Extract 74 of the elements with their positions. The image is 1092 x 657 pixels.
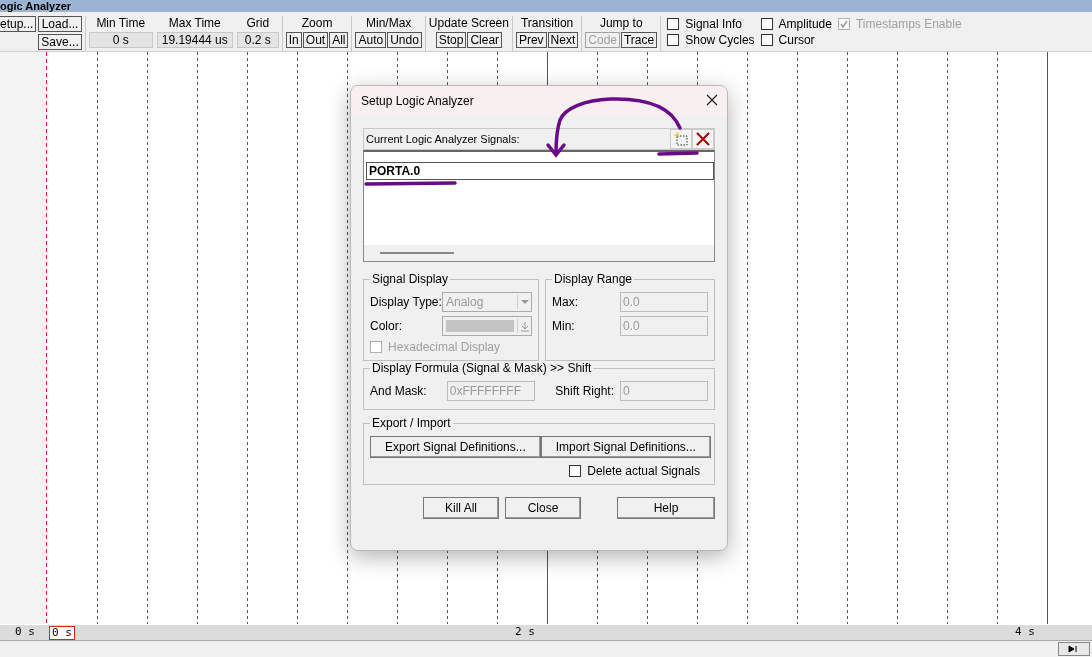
- field-label: Min:: [552, 319, 575, 333]
- axis-label: 2 s: [515, 625, 535, 639]
- field-label: Min Time: [96, 16, 146, 31]
- delete-icon[interactable]: [692, 129, 714, 149]
- field-label: Max Time: [168, 16, 221, 31]
- checkbox-label: Hexadecimal Display: [388, 340, 501, 354]
- toolbar-button[interactable]: In: [285, 32, 302, 48]
- field-label: And Mask:: [370, 384, 427, 398]
- cursor-label: 0 s: [49, 626, 75, 640]
- checkbox-label: Timestamps Enable: [855, 17, 962, 31]
- checkbox-box[interactable]: [760, 18, 773, 30]
- checkbox[interactable]: Cursor: [760, 32, 832, 48]
- scroll-thumb[interactable]: [380, 252, 454, 254]
- group-title: Update Screen: [428, 16, 509, 31]
- export-button[interactable]: Export Signal Definitions...: [370, 436, 541, 458]
- toolbar-button[interactable]: Trace: [621, 32, 658, 48]
- toolbar-button[interactable]: Out: [302, 32, 329, 48]
- dropdown-arrow-icon[interactable]: [517, 319, 531, 333]
- dialog-title: Setup Logic Analyzer: [361, 94, 474, 108]
- toolbar-button[interactable]: Auto: [355, 32, 387, 48]
- color-swatch: [446, 320, 514, 332]
- group-title: Jump to: [599, 16, 643, 31]
- toolbar-button[interactable]: Save...: [38, 34, 82, 50]
- axis-label: 0 s: [15, 625, 35, 639]
- checkmark-icon: [839, 20, 848, 28]
- field-label: Display Type:: [370, 295, 442, 309]
- value-field: 0.2 s: [236, 32, 279, 48]
- group-title: Zoom: [301, 16, 333, 31]
- horizontal-scrollbar[interactable]: [0, 640, 1092, 657]
- checkbox-box[interactable]: [760, 34, 773, 46]
- group-title: Display Formula (Signal & Mask) >> Shift: [371, 361, 593, 375]
- checkbox-box[interactable]: [569, 465, 582, 477]
- dialog-button[interactable]: Kill All: [423, 497, 499, 519]
- list-scrollbar[interactable]: [364, 245, 714, 261]
- dialog-button[interactable]: Help: [617, 497, 715, 519]
- import-button[interactable]: Import Signal Definitions...: [540, 436, 711, 458]
- field-label: Color:: [370, 319, 402, 333]
- value-field: 19.19444 us: [156, 32, 233, 48]
- setup-button[interactable]: etup...: [0, 16, 37, 32]
- checkbox-box[interactable]: [667, 18, 680, 30]
- toolbar-button[interactable]: Stop: [435, 32, 467, 48]
- toolbar-button[interactable]: Clear: [467, 32, 503, 48]
- checkbox[interactable]: Show Cycles: [667, 32, 755, 48]
- close-icon[interactable]: [705, 94, 719, 108]
- checkbox-box[interactable]: [667, 34, 680, 46]
- checkbox-label: Signal Info: [685, 17, 742, 31]
- field-label: Shift Right:: [555, 384, 614, 398]
- group-title: Export / Import: [371, 416, 452, 430]
- axis-label: 4 s: [1015, 625, 1035, 639]
- field-label: Max:: [552, 295, 578, 309]
- toolbar-button[interactable]: Load...: [38, 16, 82, 32]
- dropdown-arrow-icon[interactable]: [517, 295, 531, 309]
- checkbox-label: Show Cycles: [685, 33, 755, 47]
- toolbar-button[interactable]: Next: [547, 32, 579, 48]
- toolbar-button[interactable]: Undo: [387, 32, 422, 48]
- group-title: Signal Display: [371, 272, 450, 286]
- field-label: Grid: [246, 16, 270, 31]
- pen-underline: [657, 151, 699, 156]
- value-field: 0 s: [88, 32, 153, 48]
- signal-item[interactable]: PORTA.0: [366, 162, 714, 180]
- signals-label: Current Logic Analyzer Signals:: [366, 133, 520, 145]
- color-dropdown[interactable]: [442, 316, 532, 336]
- group-title: Transition: [521, 16, 574, 31]
- checkbox[interactable]: Amplitude: [760, 16, 832, 32]
- checkbox-label: Cursor: [778, 33, 815, 47]
- dialog-button[interactable]: Close: [505, 497, 581, 519]
- window-title: ogic Analyzer: [0, 0, 72, 12]
- scroll-end-icon[interactable]: [1058, 642, 1090, 656]
- group-title: Display Range: [553, 272, 634, 286]
- checkbox-label: Amplitude: [778, 17, 832, 31]
- toolbar-button[interactable]: All: [329, 32, 349, 48]
- toolbar-button[interactable]: Prev: [515, 32, 547, 48]
- checkbox[interactable]: Signal Info: [667, 16, 755, 32]
- group-title: Min/Max: [366, 16, 412, 31]
